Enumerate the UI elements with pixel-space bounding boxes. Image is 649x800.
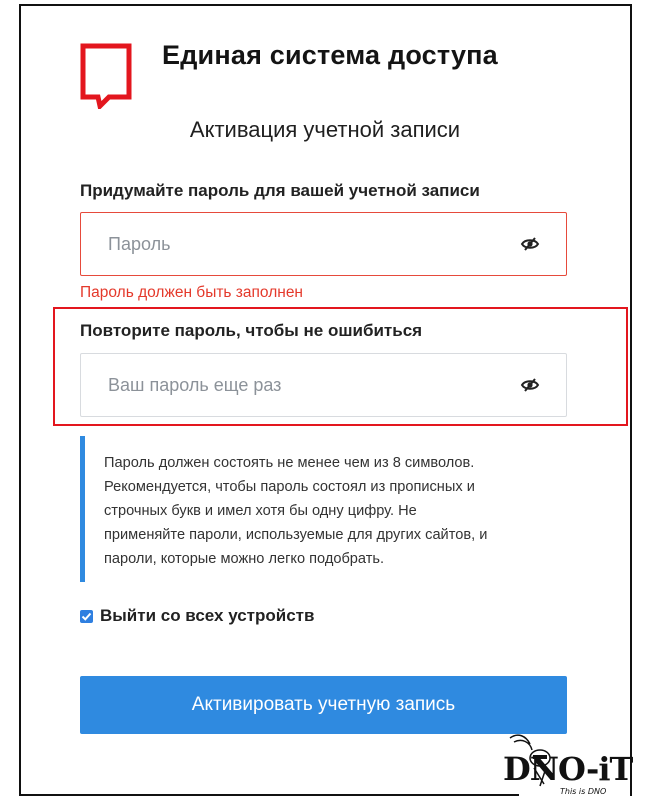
highlight-box xyxy=(53,307,628,426)
logout-all-checkbox[interactable] xyxy=(80,610,93,623)
password-error-message: Пароль должен быть заполнен xyxy=(80,284,303,301)
password-input[interactable] xyxy=(81,213,501,275)
watermark-subtext: This is DNO xyxy=(560,787,607,796)
hint-accent-bar xyxy=(80,436,85,582)
watermark-text: DNO-iT xyxy=(503,750,633,788)
frame-bottom-edge xyxy=(19,794,519,796)
hint-line: Пароль должен состоять не менее чем из 8… xyxy=(104,455,475,471)
hint-line: Рекомендуется, чтобы пароль состоял из п… xyxy=(104,479,475,495)
password-visibility-toggle-icon[interactable] xyxy=(520,235,540,253)
hint-line: пароли, которые можно легко подобрать. xyxy=(104,551,385,567)
logo-icon xyxy=(80,43,132,109)
hint-line: строчных букв и имел хотя бы одну цифру.… xyxy=(104,503,417,519)
activate-account-button[interactable]: Активировать учетную запись xyxy=(80,676,567,734)
page-title: Активация учетной записи xyxy=(189,117,461,142)
password-field xyxy=(80,212,567,276)
checkmark-icon xyxy=(81,612,92,621)
password-label: Придумайте пароль для вашей учетной запи… xyxy=(80,181,480,200)
hint-line: применяйте пароли, используемые для друг… xyxy=(104,527,488,543)
logout-all-label[interactable]: Выйти со всех устройств xyxy=(100,606,314,626)
brand-title: Единая система доступа xyxy=(162,40,498,70)
password-hint: Пароль должен состоять не менее чем из 8… xyxy=(104,451,544,571)
